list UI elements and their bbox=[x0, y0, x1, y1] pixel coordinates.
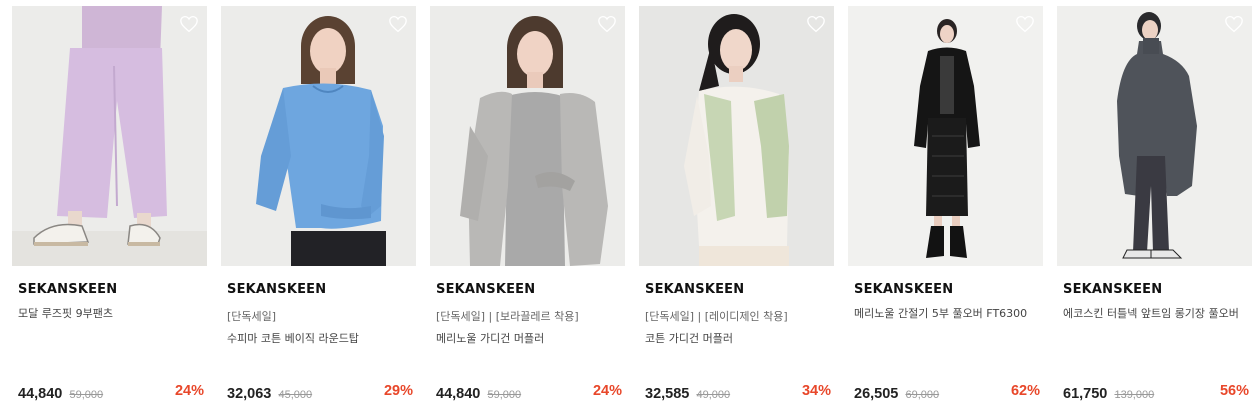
original-price: 49,000 bbox=[696, 389, 731, 401]
product-card[interactable]: SEKANSKEEN 모달 루즈핏 9부팬츠 44,840 59,000 24% bbox=[12, 6, 207, 406]
product-name[interactable]: 수피마 코튼 베이직 라운드탑 bbox=[227, 331, 415, 346]
product-card[interactable]: SEKANSKEEN [단독세일] 수피마 코튼 베이직 라운드탑 32,063… bbox=[221, 6, 416, 406]
sale-price: 44,840 bbox=[436, 386, 481, 402]
discount-rate: 29% bbox=[383, 383, 413, 399]
heart-outline-icon[interactable] bbox=[1224, 15, 1244, 33]
product-brand[interactable]: SEKANSKEEN bbox=[227, 282, 326, 297]
product-image[interactable] bbox=[848, 6, 1043, 266]
price-row: 44,840 59,000 24% bbox=[18, 383, 204, 403]
price-row: 61,750 139,000 56% bbox=[1063, 383, 1249, 403]
discount-rate: 62% bbox=[1010, 383, 1040, 399]
product-name[interactable]: 메리노울 간절기 5부 풀오버 FT6300 bbox=[854, 306, 1042, 321]
price-row: 32,585 49,000 34% bbox=[645, 383, 831, 403]
original-price: 59,000 bbox=[69, 389, 104, 401]
product-tag: [단독세일] bbox=[227, 310, 277, 323]
product-brand[interactable]: SEKANSKEEN bbox=[645, 282, 744, 297]
product-tag: [단독세일] | [보라끌레르 착용] bbox=[436, 310, 579, 323]
discount-rate: 34% bbox=[801, 383, 831, 399]
product-name[interactable]: 에코스킨 터틀넥 앞트임 롱기장 풀오버 bbox=[1063, 306, 1251, 321]
heart-outline-icon[interactable] bbox=[597, 15, 617, 33]
product-tag: [단독세일] | [레이디제인 착용] bbox=[645, 310, 788, 323]
sale-price: 61,750 bbox=[1063, 386, 1108, 402]
product-brand[interactable]: SEKANSKEEN bbox=[436, 282, 535, 297]
product-name[interactable]: 코튼 가디건 머플러 bbox=[645, 331, 833, 346]
original-price: 139,000 bbox=[1114, 389, 1155, 401]
discount-rate: 56% bbox=[1219, 383, 1249, 399]
original-price: 45,000 bbox=[278, 389, 313, 401]
sale-price: 32,063 bbox=[227, 386, 272, 402]
product-image[interactable] bbox=[1057, 6, 1252, 266]
discount-rate: 24% bbox=[592, 383, 622, 399]
product-brand[interactable]: SEKANSKEEN bbox=[854, 282, 953, 297]
product-brand[interactable]: SEKANSKEEN bbox=[1063, 282, 1162, 297]
sale-price: 26,505 bbox=[854, 386, 899, 402]
original-price: 69,000 bbox=[905, 389, 940, 401]
product-card[interactable]: SEKANSKEEN 메리노울 간절기 5부 풀오버 FT6300 26,505… bbox=[848, 6, 1043, 406]
heart-outline-icon[interactable] bbox=[806, 15, 826, 33]
original-price: 59,000 bbox=[487, 389, 522, 401]
product-image[interactable] bbox=[639, 6, 834, 266]
heart-outline-icon[interactable] bbox=[179, 15, 199, 33]
product-brand[interactable]: SEKANSKEEN bbox=[18, 282, 117, 297]
product-card[interactable]: SEKANSKEEN 에코스킨 터틀넥 앞트임 롱기장 풀오버 61,750 1… bbox=[1057, 6, 1252, 406]
product-card[interactable]: SEKANSKEEN [단독세일] | [레이디제인 착용] 코튼 가디건 머플… bbox=[639, 6, 834, 406]
sale-price: 44,840 bbox=[18, 386, 63, 402]
product-name[interactable]: 메리노울 가디건 머플러 bbox=[436, 331, 624, 346]
product-name[interactable]: 모달 루즈핏 9부팬츠 bbox=[18, 306, 206, 321]
product-image[interactable] bbox=[221, 6, 416, 266]
product-card[interactable]: SEKANSKEEN [단독세일] | [보라끌레르 착용] 메리노울 가디건 … bbox=[430, 6, 625, 406]
sale-price: 32,585 bbox=[645, 386, 690, 402]
product-image[interactable] bbox=[430, 6, 625, 266]
product-image[interactable] bbox=[12, 6, 207, 266]
heart-outline-icon[interactable] bbox=[388, 15, 408, 33]
price-row: 26,505 69,000 62% bbox=[854, 383, 1040, 403]
price-row: 44,840 59,000 24% bbox=[436, 383, 622, 403]
heart-outline-icon[interactable] bbox=[1015, 15, 1035, 33]
price-row: 32,063 45,000 29% bbox=[227, 383, 413, 403]
discount-rate: 24% bbox=[174, 383, 204, 399]
